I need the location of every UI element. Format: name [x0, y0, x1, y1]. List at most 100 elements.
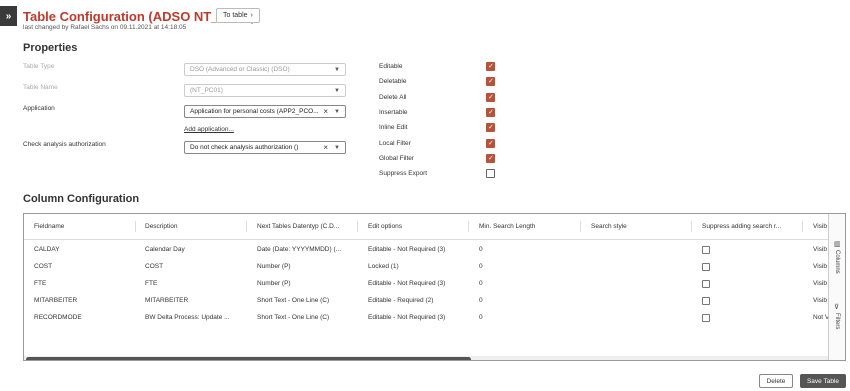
- cell-visible: Visib: [813, 263, 827, 270]
- flag-global-filter-checkbox[interactable]: [486, 154, 495, 163]
- properties-heading: Properties: [23, 42, 78, 54]
- cell-min-search: 0: [479, 280, 483, 287]
- cell-min-search: 0: [479, 246, 483, 253]
- cell-visible: Visib: [813, 297, 827, 304]
- cell-description: FTE: [145, 280, 158, 287]
- filter-icon[interactable]: ⊽: [834, 303, 839, 311]
- cell-datatype: Number (P): [257, 263, 291, 270]
- column-config-grid: Fieldname Description Next Tables Datent…: [23, 213, 846, 361]
- cell-description: BW Delta Process: Update ...: [145, 314, 230, 321]
- cell-edit-options: Editable - Not Required (3): [368, 280, 446, 287]
- table-row[interactable]: MITARBEITER MITARBEITER Short Text - One…: [24, 292, 830, 309]
- cell-min-search: 0: [479, 297, 483, 304]
- flag-suppress-export-label: Suppress Export: [379, 170, 428, 177]
- suppress-search-checkbox[interactable]: [702, 280, 710, 288]
- col-header-fieldname[interactable]: Fieldname: [34, 223, 64, 230]
- menu-toggle-button[interactable]: »: [0, 6, 17, 26]
- cell-description: COST: [145, 263, 164, 270]
- flag-insertable-label: Insertable: [379, 109, 408, 116]
- cell-fieldname: COST: [34, 263, 53, 270]
- flag-editable-checkbox[interactable]: [486, 62, 495, 71]
- chevron-down-icon[interactable]: ▼: [334, 145, 340, 151]
- table-name-select: (NT_PC01) ▼: [184, 84, 346, 97]
- chevron-right-icon: ›: [250, 12, 253, 19]
- to-table-button[interactable]: To table ›: [216, 8, 260, 23]
- table-row[interactable]: CALDAY Calendar Day Date (Date: YYYYMMDD…: [24, 241, 830, 258]
- flag-deletable-checkbox[interactable]: [486, 77, 495, 86]
- chevron-down-icon[interactable]: ▼: [334, 109, 340, 115]
- col-header-description[interactable]: Description: [145, 223, 178, 230]
- table-row[interactable]: RECORDMODE BW Delta Process: Update ... …: [24, 309, 830, 326]
- cell-fieldname: CALDAY: [34, 246, 60, 253]
- application-select[interactable]: Application for personal costs (APP2_PCO…: [184, 105, 346, 118]
- cell-fieldname: RECORDMODE: [34, 314, 82, 321]
- flag-insertable-checkbox[interactable]: [486, 108, 495, 117]
- check-auth-label: Check analysis authorization: [23, 141, 106, 148]
- suppress-search-checkbox[interactable]: [702, 297, 710, 305]
- columns-icon[interactable]: ▥: [834, 240, 841, 248]
- col-header-visible[interactable]: Visib: [813, 223, 827, 230]
- application-label: Application: [23, 105, 55, 112]
- flag-suppress-export-checkbox[interactable]: [486, 169, 495, 178]
- clear-icon[interactable]: ×: [323, 107, 328, 116]
- column-config-heading: Column Configuration: [23, 193, 140, 205]
- cell-description: Calendar Day: [145, 246, 185, 253]
- chevron-down-icon: ▼: [334, 88, 340, 94]
- cell-visible: Visib: [813, 246, 827, 253]
- chevron-down-icon: ▼: [334, 67, 340, 73]
- table-type-label: Table Type: [23, 63, 55, 70]
- cell-datatype: Date (Date: YYYYMMDD) (...: [257, 246, 342, 253]
- cell-datatype: Number (P): [257, 280, 291, 287]
- grid-header: Fieldname Description Next Tables Datent…: [24, 214, 830, 240]
- last-changed-text: last changed by Rafael Sachs on 09.11.20…: [23, 24, 187, 31]
- cell-fieldname: FTE: [34, 280, 47, 287]
- cell-datatype: Short Text - One Line (C): [257, 297, 330, 304]
- cell-edit-options: Editable - Not Required (3): [368, 314, 446, 321]
- side-tab-filters[interactable]: Filters: [834, 313, 840, 329]
- cell-fieldname: MITARBEITER: [34, 297, 78, 304]
- double-chevron-right-icon: »: [5, 10, 12, 22]
- side-tab-columns[interactable]: Columns: [834, 250, 840, 274]
- table-type-select: DSO (Advanced or Classic) (DSO) ▼: [184, 63, 346, 76]
- flag-inline-edit-checkbox[interactable]: [486, 123, 495, 132]
- check-auth-select[interactable]: Do not check analysis authorization () ×…: [184, 141, 346, 154]
- table-type-value: DSO (Advanced or Classic) (DSO): [190, 66, 290, 73]
- cell-visible: Not V: [813, 314, 830, 321]
- cell-edit-options: Editable - Not Required (3): [368, 246, 446, 253]
- flag-local-filter-checkbox[interactable]: [486, 139, 495, 148]
- flag-editable-label: Editable: [379, 63, 403, 70]
- save-table-button[interactable]: Save Table: [800, 374, 846, 388]
- cell-edit-options: Locked (1): [368, 263, 399, 270]
- suppress-search-checkbox[interactable]: [702, 246, 710, 254]
- table-row[interactable]: COST COST Number (P) Locked (1) 0 Visib: [24, 258, 830, 275]
- cell-min-search: 0: [479, 263, 483, 270]
- suppress-search-checkbox[interactable]: [702, 263, 710, 271]
- flag-inline-edit-label: Inline Edit: [379, 124, 408, 131]
- to-table-label: To table: [223, 12, 248, 19]
- flag-global-filter-label: Global Filter: [379, 155, 415, 162]
- col-header-search-style[interactable]: Search style: [591, 223, 627, 230]
- table-row[interactable]: FTE FTE Number (P) Editable - Not Requir…: [24, 275, 830, 292]
- suppress-search-checkbox[interactable]: [702, 314, 710, 322]
- flag-local-filter-label: Local Filter: [379, 140, 411, 147]
- cell-visible: Visib: [813, 280, 827, 287]
- flag-delete-all-checkbox[interactable]: [486, 93, 495, 102]
- flag-delete-all-label: Delete All: [379, 94, 407, 101]
- clear-icon[interactable]: ×: [323, 143, 328, 152]
- col-header-min-search[interactable]: Min. Search Length: [479, 223, 535, 230]
- col-header-suppress-search[interactable]: Suppress adding search r...: [702, 223, 781, 230]
- scrollbar-thumb[interactable]: [26, 357, 471, 360]
- cell-description: MITARBEITER: [145, 297, 189, 304]
- check-auth-value: Do not check analysis authorization (): [190, 144, 299, 151]
- table-name-value: (NT_PC01): [190, 87, 223, 94]
- application-value: Application for personal costs (APP2_PCO…: [190, 108, 319, 115]
- horizontal-scrollbar[interactable]: [24, 356, 830, 360]
- cell-min-search: 0: [479, 314, 483, 321]
- add-application-link[interactable]: Add application...: [184, 126, 234, 133]
- col-header-edit-options[interactable]: Edit options: [368, 223, 402, 230]
- cell-edit-options: Editable - Required (2): [368, 297, 434, 304]
- col-header-datatype[interactable]: Next Tables Datentyp (C.D...: [257, 223, 339, 230]
- delete-button[interactable]: Delete: [759, 374, 793, 388]
- grid-side-panel: ▥ Columns ⊽ Filters: [828, 214, 845, 360]
- flag-deletable-label: Deletable: [379, 78, 407, 85]
